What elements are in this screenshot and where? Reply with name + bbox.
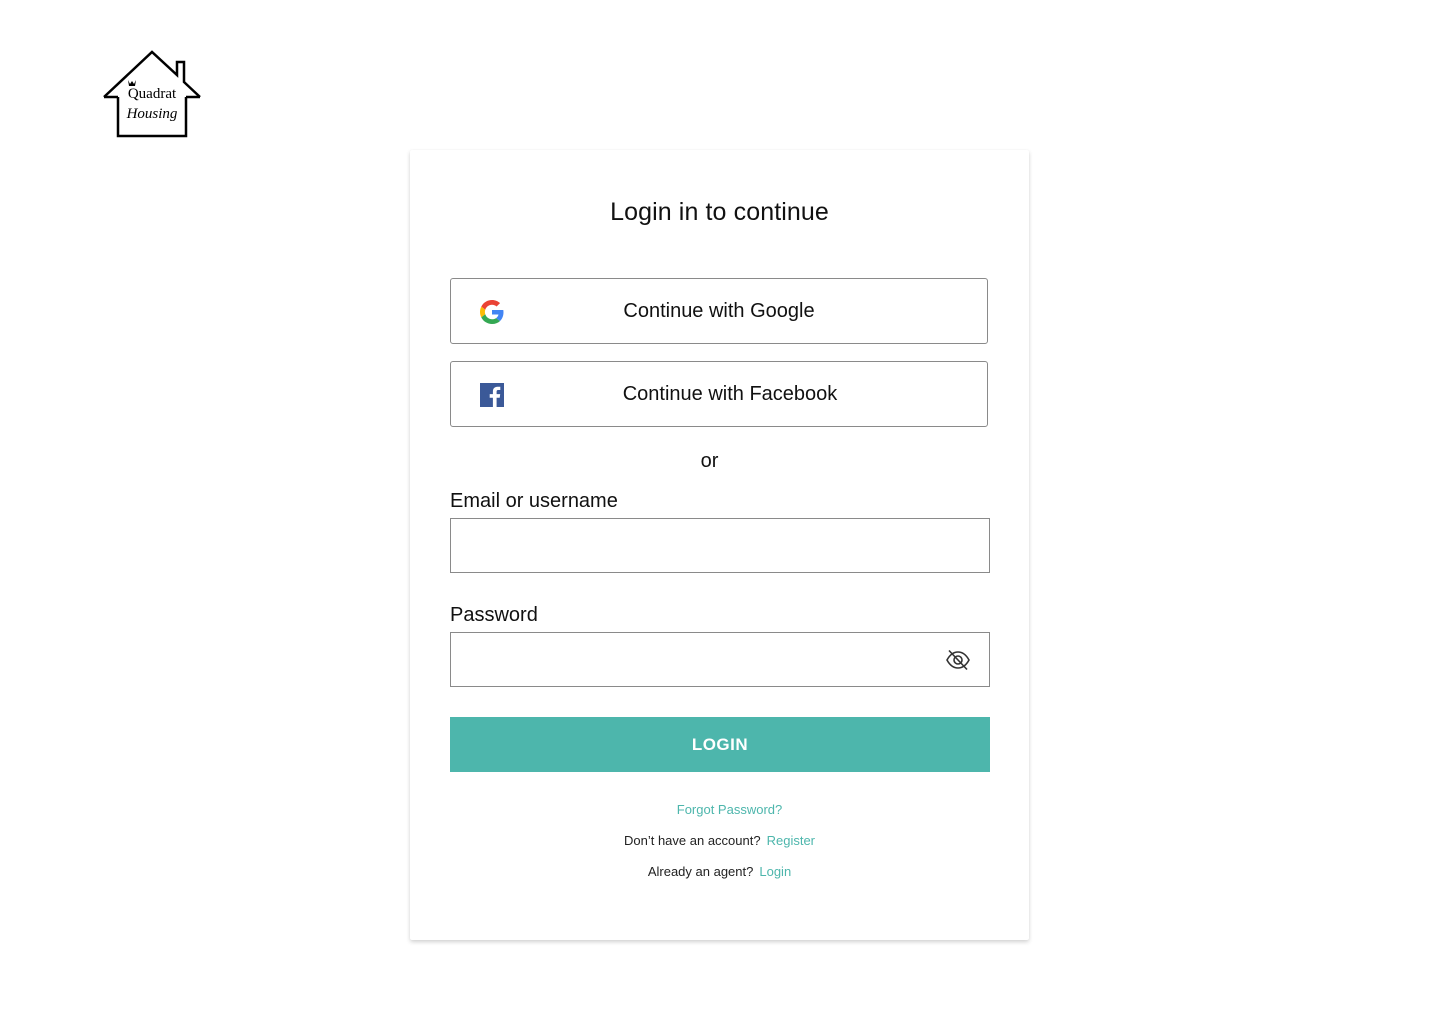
register-row: Don’t have an account? Register (410, 833, 1029, 848)
logo-text-line2: Housing (126, 106, 178, 122)
email-input[interactable] (451, 519, 989, 572)
logo-text-line1: Quadrat (128, 86, 177, 102)
login-title: Login in to continue (610, 198, 829, 226)
email-field-wrapper (450, 518, 990, 573)
forgot-password-row: Forgot Password? (410, 802, 1029, 817)
continue-with-google-button[interactable]: Continue with Google (450, 278, 988, 344)
password-input[interactable] (451, 633, 989, 686)
password-field-wrapper (450, 632, 990, 687)
password-label: Password (450, 604, 538, 626)
email-label: Email or username (450, 490, 618, 512)
register-link[interactable]: Register (767, 833, 815, 848)
google-button-label: Continue with Google (623, 299, 815, 322)
agent-prompt: Already an agent? (647, 864, 754, 879)
forgot-password-link[interactable]: Forgot Password? (677, 802, 783, 817)
house-logo-icon: Quadrat Housing (103, 50, 201, 138)
login-card: Login in to continue Continue with Googl… (410, 150, 1029, 940)
agent-login-link[interactable]: Login (759, 864, 791, 879)
agent-login-row: Already an agent? Login (410, 864, 1029, 879)
continue-with-facebook-button[interactable]: Continue with Facebook (450, 361, 988, 427)
login-submit-button[interactable]: LOGIN (450, 717, 990, 772)
register-prompt: Don’t have an account? (623, 833, 761, 848)
facebook-button-label: Continue with Facebook (622, 382, 838, 405)
eye-off-icon[interactable] (945, 649, 971, 671)
or-divider: or (700, 450, 719, 472)
quadrat-housing-logo[interactable]: Quadrat Housing (102, 50, 202, 140)
login-page: Quadrat Housing Login in to continue Con… (0, 0, 1440, 1024)
